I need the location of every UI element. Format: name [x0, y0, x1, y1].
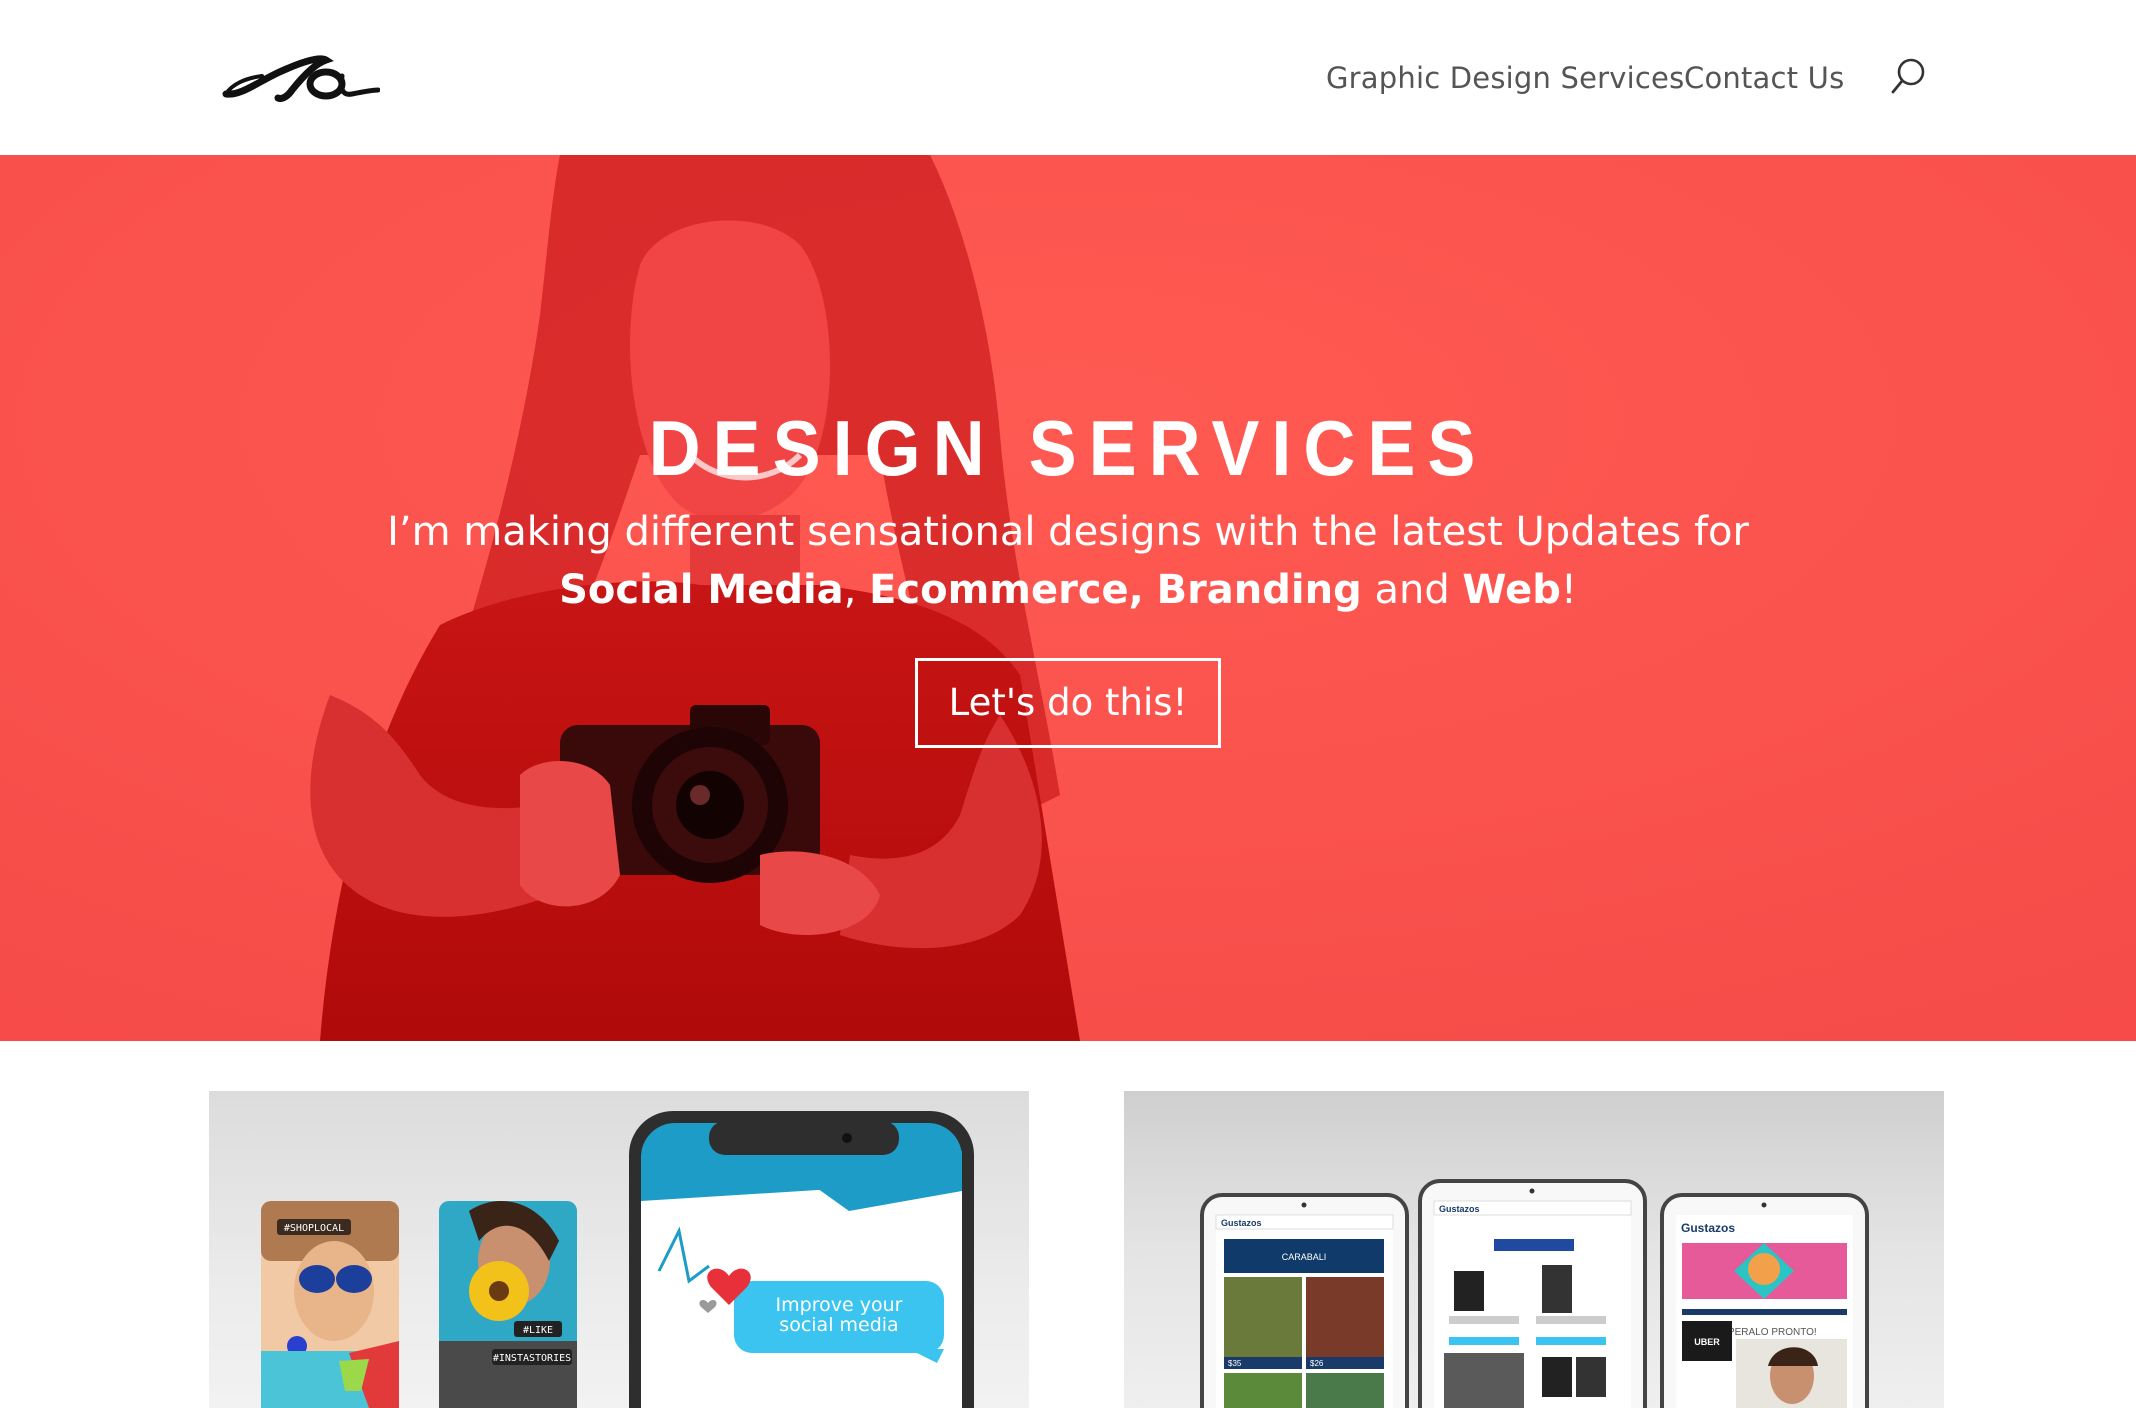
tag-instastories: #INSTASTORIES — [493, 1353, 571, 1364]
portfolio-card-social-media[interactable]: #SHOPLOCAL #LIKE #INSTASTORIES Improve y… — [209, 1091, 1029, 1408]
hero-subtitle-line1: I’m making different sensational designs… — [387, 509, 1749, 555]
nav-contact-us[interactable]: Contact Us — [1684, 61, 1844, 95]
brand-3: Gustazos — [1681, 1221, 1735, 1235]
tag-like: #LIKE — [523, 1325, 553, 1336]
hero-subtitle-line2: Social Media, Ecommerce, Branding and We… — [0, 561, 2136, 619]
hero-subtitle: I’m making different sensational designs… — [0, 503, 2136, 619]
price-2: $26 — [1310, 1359, 1324, 1368]
site-logo[interactable] — [222, 50, 380, 106]
and-text: and — [1361, 567, 1463, 613]
cta-button[interactable]: Let's do this! — [915, 658, 1221, 748]
brand-1: Gustazos — [1221, 1218, 1262, 1228]
bubble-line1: Improve your — [776, 1294, 903, 1316]
bubble-line2: social media — [779, 1314, 898, 1336]
hero-banner: DESIGN SERVICES I’m making different sen… — [0, 155, 2136, 1041]
search-icon[interactable] — [1890, 57, 1926, 97]
separator — [1144, 567, 1157, 613]
brand-2: Gustazos — [1439, 1204, 1480, 1214]
price-1: $35 — [1228, 1359, 1242, 1368]
tag-shoplocal: #SHOPLOCAL — [284, 1223, 344, 1234]
uber-logo: UBER — [1694, 1337, 1720, 1347]
social-media-mockup-image: #SHOPLOCAL #LIKE #INSTASTORIES Improve y… — [261, 1111, 974, 1408]
exclamation: ! — [1560, 567, 1577, 613]
keyword-ecommerce: Ecommerce, — [869, 567, 1144, 613]
portfolio-card-ecommerce[interactable]: Gustazos CARABALI $35 $26 Gustazos Gusta… — [1124, 1091, 1944, 1408]
keyword-web: Web — [1462, 567, 1561, 613]
separator: , — [843, 567, 870, 613]
keyword-social-media: Social Media — [559, 567, 844, 613]
nav-graphic-design-services[interactable]: Graphic Design Services — [1326, 61, 1684, 95]
ecommerce-mockup-image: Gustazos CARABALI $35 $26 Gustazos Gusta… — [1200, 1179, 1869, 1408]
keyword-branding: Branding — [1156, 567, 1362, 613]
hero-title: DESIGN SERVICES — [648, 405, 1488, 493]
site-header: Graphic Design Services Contact Us — [0, 0, 2136, 155]
promo-text: CARABALI — [1282, 1252, 1327, 1262]
